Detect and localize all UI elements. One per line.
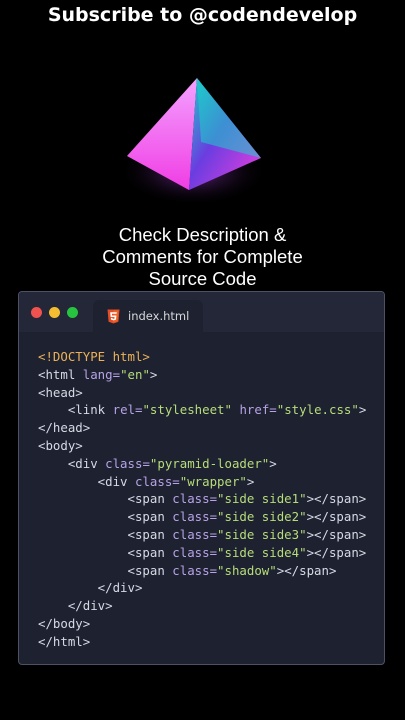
code-token: "side side1" <box>217 491 307 507</box>
html5-icon <box>107 309 120 328</box>
code-token: </div> <box>38 598 113 614</box>
code-token: <span <box>38 509 173 525</box>
code-line: <div class="wrapper"> <box>38 473 366 491</box>
tab-label: index.html <box>128 309 190 323</box>
code-token: ></span> <box>306 509 367 525</box>
code-line: </head> <box>38 419 366 437</box>
minimize-window-button[interactable] <box>49 307 60 318</box>
code-token: class= <box>172 544 218 560</box>
code-token: "pyramid-loader" <box>149 455 270 471</box>
code-token: "stylesheet" <box>142 402 232 418</box>
code-token: "side side2" <box>217 509 307 525</box>
code-line: <body> <box>38 437 366 455</box>
code-editor-window: index.html <!DOCTYPE html> <html lang="en… <box>18 291 385 665</box>
code-token: "en" <box>120 366 150 382</box>
code-token: </div> <box>38 580 143 596</box>
code-token: <div <box>38 473 135 489</box>
code-token: class= <box>172 509 218 525</box>
code-token: <link <box>38 402 113 418</box>
code-token: <span <box>38 491 173 507</box>
pyramid-illustration <box>115 72 275 212</box>
code-line: <link rel="stylesheet" href="style.css"> <box>38 401 366 419</box>
code-token: > <box>246 473 255 489</box>
code-line: <html lang="en"> <box>38 366 366 384</box>
code-line: <span class="shadow"></span> <box>38 562 366 580</box>
code-token: lang= <box>82 366 121 382</box>
code-line: </div> <box>38 579 366 597</box>
code-token: <span <box>38 544 173 560</box>
tab-index-html[interactable]: index.html <box>93 300 203 332</box>
code-token: <span <box>38 562 173 578</box>
code-token: class= <box>105 455 150 471</box>
code-token: </html> <box>38 633 91 649</box>
code-token: ></span> <box>306 526 367 542</box>
code-token: <div <box>38 455 106 471</box>
code-token: > <box>149 366 158 382</box>
code-line: <!DOCTYPE html> <box>38 348 366 366</box>
caption-text: Check Description & Comments for Complet… <box>50 224 355 290</box>
code-token: class= <box>172 526 218 542</box>
code-token: <body> <box>38 437 83 453</box>
code-token: "side side3" <box>217 526 307 542</box>
code-line: <span class="side side3"></span> <box>38 526 367 544</box>
code-token: <!DOCTYPE html> <box>38 349 150 364</box>
code-line: </html> <box>38 633 366 651</box>
code-token: class= <box>134 473 180 489</box>
code-token: rel= <box>112 402 143 418</box>
code-line: </div> <box>38 597 366 615</box>
caption-line: Comments for Complete <box>102 246 303 267</box>
channel-subscribe-title: Subscribe to @codendevelop <box>47 4 358 26</box>
editor-titlebar: index.html <box>19 292 384 332</box>
code-token: <head> <box>38 384 83 400</box>
code-token: "side side4" <box>217 544 307 560</box>
code-token: "style.css" <box>276 402 359 418</box>
caption-line: Check Description & <box>118 224 287 245</box>
close-window-button[interactable] <box>31 307 42 318</box>
code-line: <head> <box>38 384 366 402</box>
code-line: <span class="side side2"></span> <box>38 508 367 526</box>
code-token: ></span> <box>306 491 367 507</box>
code-token: "shadow" <box>217 562 277 578</box>
code-token: href= <box>239 402 277 418</box>
code-token: > <box>358 402 367 418</box>
maximize-window-button[interactable] <box>67 307 78 318</box>
code-token: ></span> <box>306 544 367 560</box>
code-token: "wrapper" <box>179 473 247 489</box>
code-token: class= <box>172 562 218 578</box>
code-token: <html <box>38 366 83 382</box>
code-token: class= <box>172 491 218 507</box>
code-line: </body> <box>38 615 366 633</box>
code-content: <!DOCTYPE html> <html lang="en"> <head> <l… <box>38 348 366 651</box>
caption-line: Source Code <box>148 268 257 289</box>
code-token: </head> <box>38 420 91 436</box>
code-token: > <box>269 455 277 471</box>
code-line: <div class="pyramid-loader"> <box>38 455 366 473</box>
code-line: <span class="side side4"></span> <box>38 544 367 562</box>
code-token: <span <box>38 526 173 542</box>
code-token: ></span> <box>276 562 337 578</box>
code-line: <span class="side side1"></span> <box>38 490 367 508</box>
code-token: </body> <box>38 615 91 631</box>
